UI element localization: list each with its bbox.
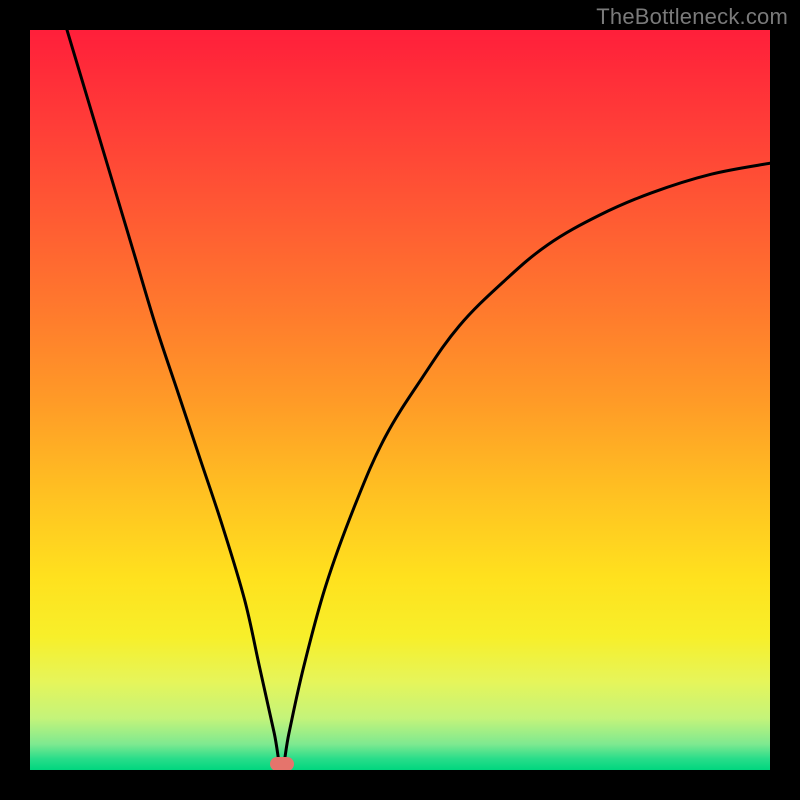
bottleneck-curve [30, 30, 770, 770]
plot-area [30, 30, 770, 770]
watermark-label: TheBottleneck.com [596, 4, 788, 30]
minimum-marker [270, 757, 294, 770]
